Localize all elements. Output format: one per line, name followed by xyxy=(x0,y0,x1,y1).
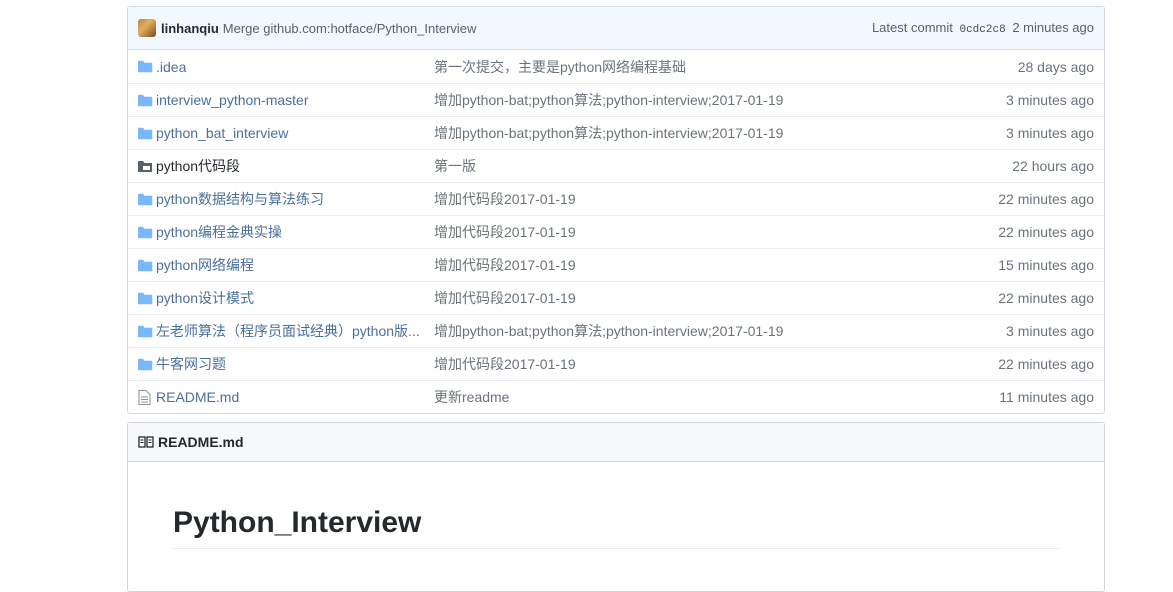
commit-message-link[interactable]: 第一次提交，主要是python网络编程基础 xyxy=(434,57,1018,77)
folder-icon xyxy=(138,193,156,206)
book-icon xyxy=(138,434,154,450)
latest-commit-info: Latest commit 0cdc2c8 2 minutes ago xyxy=(872,20,1094,36)
file-name-link[interactable]: .idea xyxy=(156,59,434,75)
readme-filename: README.md xyxy=(158,434,244,450)
file-row: README.md 更新readme 11 minutes ago xyxy=(128,380,1104,413)
folder-icon xyxy=(138,292,156,305)
file-row: python数据结构与算法练习 增加代码段2017-01-19 22 minutes… xyxy=(128,182,1104,215)
folder-icon xyxy=(138,127,156,140)
commit-age: 22 minutes ago xyxy=(998,356,1094,372)
readme-header: README.md xyxy=(128,423,1104,462)
readme-panel: README.md Python_Interview xyxy=(127,422,1105,592)
file-row: python网络编程 增加代码段2017-01-19 15 minutes ago xyxy=(128,248,1104,281)
readme-title: Python_Interview xyxy=(173,506,1059,549)
commit-message-link[interactable]: 增加代码段2017-01-19 xyxy=(434,189,998,209)
commit-age: 3 minutes ago xyxy=(1006,125,1094,141)
commit-age: 22 minutes ago xyxy=(998,290,1094,306)
file-name-link[interactable]: python代码段 xyxy=(156,156,434,176)
folder-icon xyxy=(138,325,156,338)
file-icon xyxy=(138,389,156,405)
commit-age: 28 days ago xyxy=(1017,58,1094,75)
commit-message-link[interactable]: 增加代码段2017-01-19 xyxy=(434,354,998,374)
commit-age: 3 minutes ago xyxy=(1006,323,1094,339)
commit-message-link[interactable]: 增加代码段2017-01-19 xyxy=(434,222,998,242)
file-row: python代码段 第一版 22 hours ago xyxy=(128,149,1104,182)
file-name-link[interactable]: python_bat_interview xyxy=(156,125,434,141)
commit-sha-link[interactable]: 0cdc2c8 xyxy=(959,24,1005,36)
commit-author-link[interactable]: linhanqiu xyxy=(161,21,219,36)
latest-commit-bar: linhanqiu Merge github.com:hotface/Pytho… xyxy=(128,7,1104,50)
commit-message-link[interactable]: Merge github.com:hotface/Python_Intervie… xyxy=(223,21,477,36)
author-avatar[interactable] xyxy=(138,19,156,37)
file-name-link[interactable]: python编程金典实操 xyxy=(156,222,434,242)
readme-body: Python_Interview xyxy=(128,462,1104,549)
file-row: python编程金典实操 增加代码段2017-01-19 22 minutes ag… xyxy=(128,215,1104,248)
folder-icon xyxy=(138,358,156,371)
commit-message-link[interactable]: 增加python-bat;python算法;python-interview;2… xyxy=(434,321,1006,341)
file-name-link[interactable]: interview_python-master xyxy=(156,92,434,108)
commit-age: 22 minutes ago xyxy=(998,224,1094,240)
commit-message-link[interactable]: 增加python-bat;python算法;python-interview;2… xyxy=(434,90,1006,110)
file-list: .idea 第一次提交，主要是python网络编程基础 28 days ago int… xyxy=(128,50,1104,413)
file-row: 牛客网习题 增加代码段2017-01-19 22 minutes ago xyxy=(128,347,1104,380)
commit-age: 3 minutes ago xyxy=(1006,92,1094,108)
commit-message-link[interactable]: 增加python-bat;python算法;python-interview;2… xyxy=(434,123,1006,143)
latest-commit-label: Latest commit xyxy=(871,20,953,35)
commit-message-link[interactable]: 更新readme xyxy=(434,387,999,407)
folder-icon xyxy=(138,226,156,239)
commit-age: 11 minutes ago xyxy=(999,389,1094,405)
file-row: python设计模式 增加代码段2017-01-19 22 minutes ago xyxy=(128,281,1104,314)
file-name-link[interactable]: 左老师算法（程序员面试经典）python版... xyxy=(156,321,434,341)
commit-age: 15 minutes ago xyxy=(998,257,1094,273)
submodule-icon xyxy=(138,160,156,173)
commit-age: 22 hours ago xyxy=(1012,158,1094,174)
file-name-link[interactable]: README.md xyxy=(156,389,434,405)
commit-message-link[interactable]: 增加代码段2017-01-19 xyxy=(434,255,998,275)
commit-message-link[interactable]: 增加代码段2017-01-19 xyxy=(434,288,998,308)
folder-icon xyxy=(138,94,156,107)
folder-icon xyxy=(138,259,156,272)
commit-message-link[interactable]: 第一版 xyxy=(434,156,1012,176)
file-row: interview_python-master 增加python-bat;pyth… xyxy=(128,83,1104,116)
folder-icon xyxy=(138,60,156,73)
file-row: .idea 第一次提交，主要是python网络编程基础 28 days ago xyxy=(128,50,1104,83)
file-name-link[interactable]: 牛客网习题 xyxy=(156,354,434,374)
commit-age: 22 minutes ago xyxy=(998,191,1094,207)
file-name-link[interactable]: python设计模式 xyxy=(156,288,434,308)
file-name-link[interactable]: python网络编程 xyxy=(156,255,434,275)
commit-age: 2 minutes ago xyxy=(1012,20,1094,35)
file-name-link[interactable]: python数据结构与算法练习 xyxy=(156,189,434,209)
file-row: 左老师算法（程序员面试经典）python版... 增加python-bat;pyt… xyxy=(128,314,1104,347)
file-navigation-table: linhanqiu Merge github.com:hotface/Pytho… xyxy=(127,6,1105,414)
file-row: python_bat_interview 增加python-bat;python算… xyxy=(128,116,1104,149)
